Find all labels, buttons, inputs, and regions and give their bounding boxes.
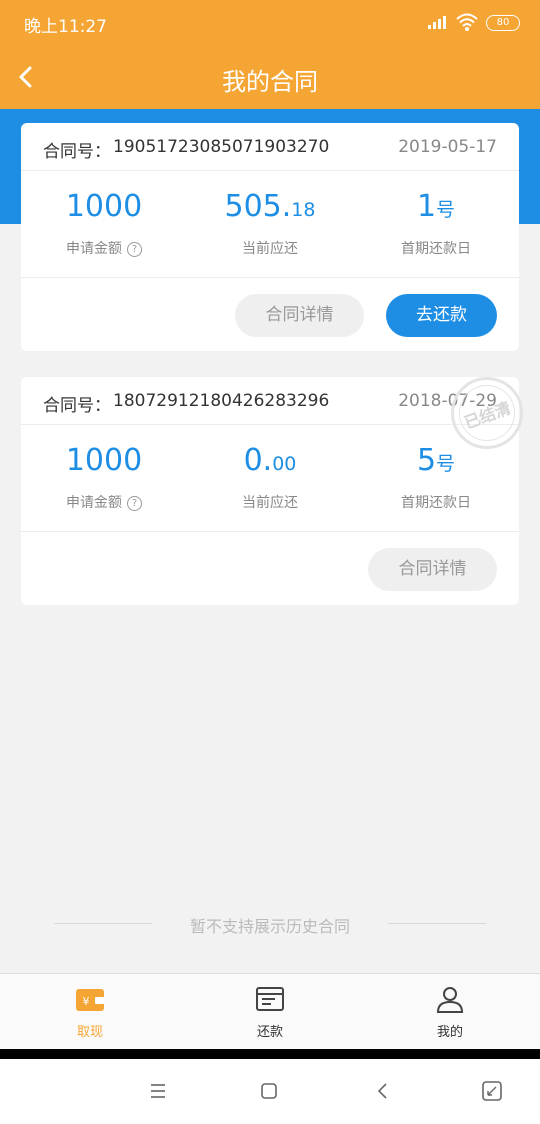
first-day-label: 首期还款日 <box>401 495 471 511</box>
history-note: 暂不支持展示历史合同 <box>0 911 540 936</box>
amount-label-row: 申请金额? <box>21 492 187 512</box>
back-icon[interactable] <box>371 1079 395 1103</box>
contract-header: 合同号： 18072912180426283296 2018-07-29 <box>21 377 519 425</box>
due-value: 505.18 <box>187 189 353 224</box>
contract-card: 合同号： 19051723085071903270 2019-05-17 100… <box>21 123 519 351</box>
nav-bar: 我的合同 <box>0 48 540 109</box>
stat-due: 0.00 当前应还 <box>187 425 353 532</box>
contract-date: 2019-05-17 <box>398 137 497 157</box>
stat-first-day: 1号 首期还款日 <box>353 171 519 278</box>
amount-label-row: 申请金额? <box>21 238 187 258</box>
divider <box>388 923 486 924</box>
help-icon[interactable]: ? <box>127 242 142 257</box>
amount-value: 1000 <box>65 443 143 478</box>
home-icon[interactable] <box>257 1079 281 1103</box>
user-icon <box>436 987 464 1013</box>
first-day-value: 5号 <box>353 443 519 478</box>
tab-withdraw[interactable]: ¥ 取现 <box>0 974 180 1050</box>
system-nav-bar <box>0 1059 540 1124</box>
wifi-icon <box>456 13 478 31</box>
amount-label: 申请金额 <box>66 241 122 257</box>
first-day-unit: 号 <box>436 199 456 221</box>
menu-icon[interactable] <box>146 1079 170 1103</box>
tab-label: 还款 <box>256 1025 283 1040</box>
due-int: 0. <box>243 443 273 478</box>
contract-number-label: 合同号： <box>43 142 111 162</box>
stat-first-day: 5号 首期还款日 <box>353 425 519 532</box>
status-bar: 晚上11:27 80 <box>0 0 540 48</box>
repay-button[interactable]: 去还款 <box>386 294 497 337</box>
tab-label: 取现 <box>76 1025 103 1040</box>
first-day-value: 1号 <box>353 189 519 224</box>
due-dec: 18 <box>291 199 316 221</box>
battery-icon: 80 <box>486 15 520 31</box>
first-day-number: 1 <box>416 189 437 224</box>
tab-label: 我的 <box>436 1025 463 1040</box>
contract-number: 18072912180426283296 <box>113 391 330 411</box>
contract-stats: 1000 申请金额? 0.00 当前应还 5号 首期还款日 <box>21 425 519 532</box>
history-note-text: 暂不支持展示历史合同 <box>189 917 350 936</box>
wallet-icon: ¥ <box>76 989 104 1011</box>
due-label: 当前应还 <box>242 495 298 511</box>
contract-number-label: 合同号： <box>43 396 111 416</box>
amount-value: 1000 <box>65 189 143 224</box>
stat-amount: 1000 申请金额? <box>21 171 187 278</box>
stat-due: 505.18 当前应还 <box>187 171 353 278</box>
due-dec: 00 <box>272 453 297 475</box>
contract-detail-button[interactable]: 合同详情 <box>368 548 497 591</box>
first-day-label: 首期还款日 <box>401 241 471 257</box>
stat-amount: 1000 申请金额? <box>21 425 187 532</box>
due-int: 505. <box>224 189 292 224</box>
first-day-number: 5 <box>416 443 437 478</box>
signal-icon <box>428 16 446 29</box>
first-day-unit: 号 <box>436 453 456 475</box>
status-time: 晚上11:27 <box>24 17 107 37</box>
contract-number: 19051723085071903270 <box>113 137 330 157</box>
contract-stats: 1000 申请金额? 505.18 当前应还 1号 首期还款日 <box>21 171 519 278</box>
recent-apps-icon[interactable] <box>480 1079 504 1103</box>
contract-header: 合同号： 19051723085071903270 2019-05-17 <box>21 123 519 171</box>
bill-icon <box>256 987 284 1011</box>
amount-label: 申请金额 <box>66 495 122 511</box>
contract-detail-button[interactable]: 合同详情 <box>235 294 364 337</box>
svg-text:¥: ¥ <box>83 995 90 1008</box>
tab-repay[interactable]: 还款 <box>180 974 360 1050</box>
tab-bar: ¥ 取现 还款 我的 <box>0 973 540 1049</box>
contract-card: 合同号： 18072912180426283296 2018-07-29 已结清… <box>21 377 523 605</box>
tab-mine[interactable]: 我的 <box>360 974 540 1050</box>
bottom-divider <box>0 1049 540 1059</box>
due-value: 0.00 <box>187 443 353 478</box>
help-icon[interactable]: ? <box>127 496 142 511</box>
due-label: 当前应还 <box>242 241 298 257</box>
page-title: 我的合同 <box>222 68 318 96</box>
